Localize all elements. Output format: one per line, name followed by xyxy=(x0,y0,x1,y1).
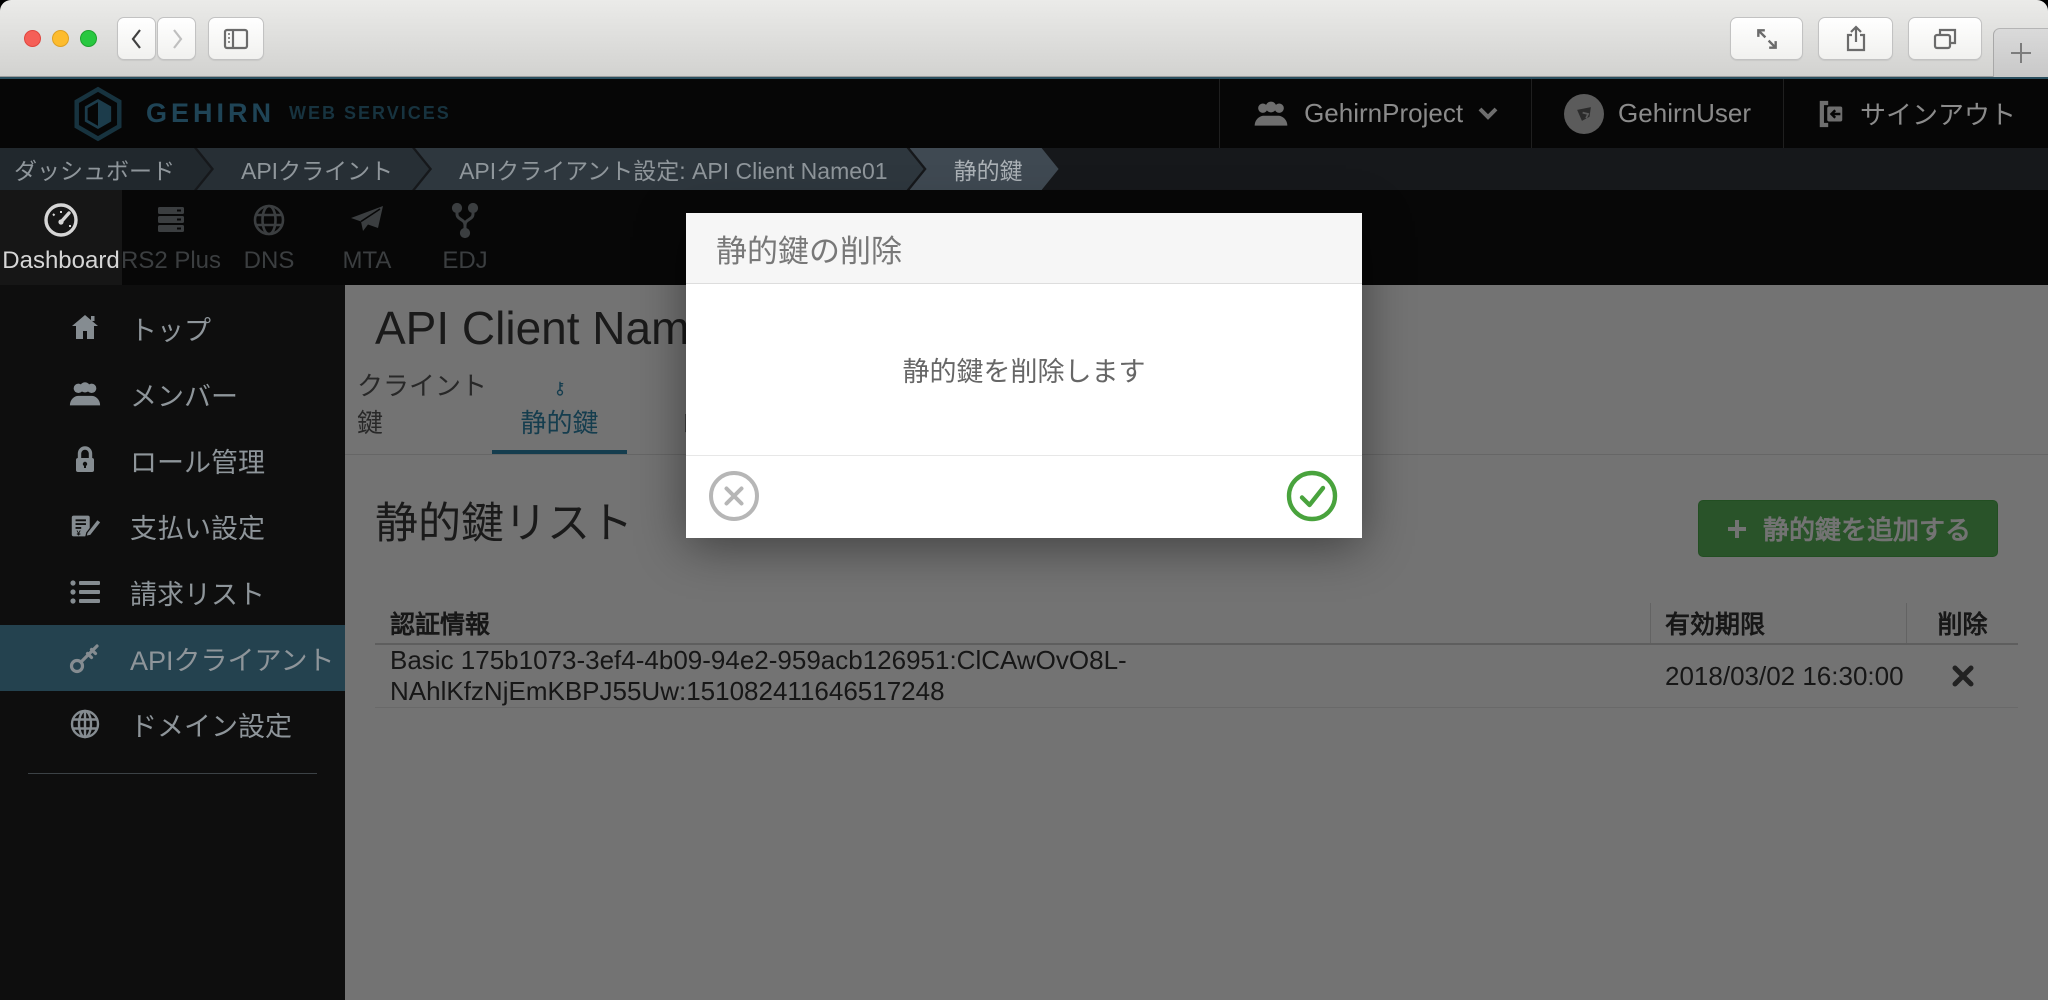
sidebar-divider xyxy=(28,773,317,774)
sidebar-item-label: ロール管理 xyxy=(130,441,265,480)
project-name: GehirnProject xyxy=(1304,98,1463,129)
key-icon xyxy=(68,641,102,675)
sidebar-toggle-button[interactable] xyxy=(208,17,264,60)
home-icon xyxy=(68,311,102,345)
sidebar-item-members[interactable]: メンバー xyxy=(0,361,345,427)
paper-plane-icon xyxy=(347,200,387,240)
cancel-button[interactable] xyxy=(708,470,760,522)
sidebar-toggle-icon xyxy=(222,26,250,52)
sidebar-item-domains[interactable]: ドメイン設定 xyxy=(0,691,345,757)
fullscreen-icon xyxy=(1754,26,1780,52)
service-label: Dashboard xyxy=(2,247,119,275)
avatar-mark-icon xyxy=(1573,103,1595,125)
forward-icon xyxy=(166,26,188,52)
service-label: EDJ xyxy=(442,247,487,275)
tab-overview-button[interactable] xyxy=(1908,17,1982,60)
sidebar-item-label: トップ xyxy=(130,309,211,348)
sidebar-item-label: ドメイン設定 xyxy=(130,705,292,744)
new-tab-icon xyxy=(2006,38,2036,68)
confirm-button[interactable] xyxy=(1286,470,1338,522)
sidebar-item-label: 請求リスト xyxy=(130,573,265,612)
service-label: RS2 Plus xyxy=(121,247,221,275)
brand-name: GEHIRN xyxy=(146,98,275,129)
fullscreen-button[interactable] xyxy=(1730,17,1803,60)
modal-title: 静的鍵の削除 xyxy=(686,213,1362,284)
avatar xyxy=(1564,94,1604,134)
list-icon xyxy=(68,575,102,609)
project-menu[interactable]: GehirnProject xyxy=(1219,79,1531,148)
service-dashboard[interactable]: Dashboard xyxy=(0,190,122,285)
sidebar: トップ メンバー ロール管理 xyxy=(0,285,345,1000)
people-icon xyxy=(68,377,102,411)
hexagon-logo-icon xyxy=(70,86,126,142)
breadcrumb-api-client-settings[interactable]: APIクライアント設定: API Client Name01 xyxy=(415,148,924,190)
new-tab-button[interactable] xyxy=(1993,28,2048,77)
signout-button[interactable]: サインアウト xyxy=(1783,79,2048,148)
close-icon[interactable] xyxy=(24,30,41,47)
share-icon xyxy=(1843,25,1869,53)
forward-button[interactable] xyxy=(157,17,196,60)
browser-window: GEHIRN WEB SERVICES GehirnProject xyxy=(0,0,2048,1000)
service-label: MTA xyxy=(343,247,392,275)
share-button[interactable] xyxy=(1818,17,1893,60)
globe-icon xyxy=(249,200,289,240)
back-icon xyxy=(126,26,148,52)
app-root: GEHIRN WEB SERVICES GehirnProject xyxy=(0,77,2048,1000)
modal-message: 静的鍵を削除します xyxy=(686,284,1362,455)
globe-icon xyxy=(68,707,102,741)
service-label: DNS xyxy=(244,247,295,275)
branch-icon xyxy=(445,200,485,240)
zoom-icon[interactable] xyxy=(80,30,97,47)
sidebar-item-api-clients[interactable]: APIクライアント xyxy=(0,625,345,691)
user-menu[interactable]: GehirnUser xyxy=(1531,79,1783,148)
sidebar-item-payment[interactable]: ¥ 支払い設定 xyxy=(0,493,345,559)
sidebar-item-label: 支払い設定 xyxy=(130,507,265,546)
circle-x-icon xyxy=(708,470,760,522)
sidebar-item-label: メンバー xyxy=(130,375,238,414)
service-rs2plus[interactable]: RS2 Plus xyxy=(122,190,220,285)
user-name: GehirnUser xyxy=(1618,98,1751,129)
brand-suffix: WEB SERVICES xyxy=(289,103,451,124)
breadcrumb-api-client[interactable]: APIクライント xyxy=(197,148,429,190)
signout-icon xyxy=(1816,98,1846,130)
breadcrumb: ダッシュボード APIクライント APIクライアント設定: API Client… xyxy=(0,148,2048,190)
signout-label: サインアウト xyxy=(1860,95,2016,132)
tab-overview-icon xyxy=(1931,26,1959,52)
app-header: GEHIRN WEB SERVICES GehirnProject xyxy=(0,77,2048,148)
breadcrumb-static-key[interactable]: 静的鍵 xyxy=(910,148,1059,190)
server-icon xyxy=(151,200,191,240)
back-button[interactable] xyxy=(117,17,156,60)
gauge-icon xyxy=(41,200,81,240)
breadcrumb-dashboard[interactable]: ダッシュボード xyxy=(0,148,211,190)
sidebar-item-label: APIクライアント xyxy=(130,639,334,678)
brand[interactable]: GEHIRN WEB SERVICES xyxy=(0,79,451,148)
sidebar-item-top[interactable]: トップ xyxy=(0,295,345,361)
service-dns[interactable]: DNS xyxy=(220,190,318,285)
minimize-icon[interactable] xyxy=(52,30,69,47)
group-icon xyxy=(1252,100,1290,128)
service-mta[interactable]: MTA xyxy=(318,190,416,285)
delete-static-key-modal: 静的鍵の削除 静的鍵を削除します xyxy=(686,213,1362,538)
chevron-down-icon xyxy=(1477,106,1499,122)
sidebar-item-billing[interactable]: 請求リスト xyxy=(0,559,345,625)
sidebar-item-roles[interactable]: ロール管理 xyxy=(0,427,345,493)
header-menus: GehirnProject GehirnUser xyxy=(1219,79,2048,148)
circle-check-icon xyxy=(1286,470,1338,522)
lock-icon xyxy=(68,443,102,477)
payment-icon: ¥ xyxy=(68,509,102,543)
modal-footer xyxy=(686,455,1362,538)
service-edj[interactable]: EDJ xyxy=(416,190,514,285)
title-bar xyxy=(0,0,2048,77)
